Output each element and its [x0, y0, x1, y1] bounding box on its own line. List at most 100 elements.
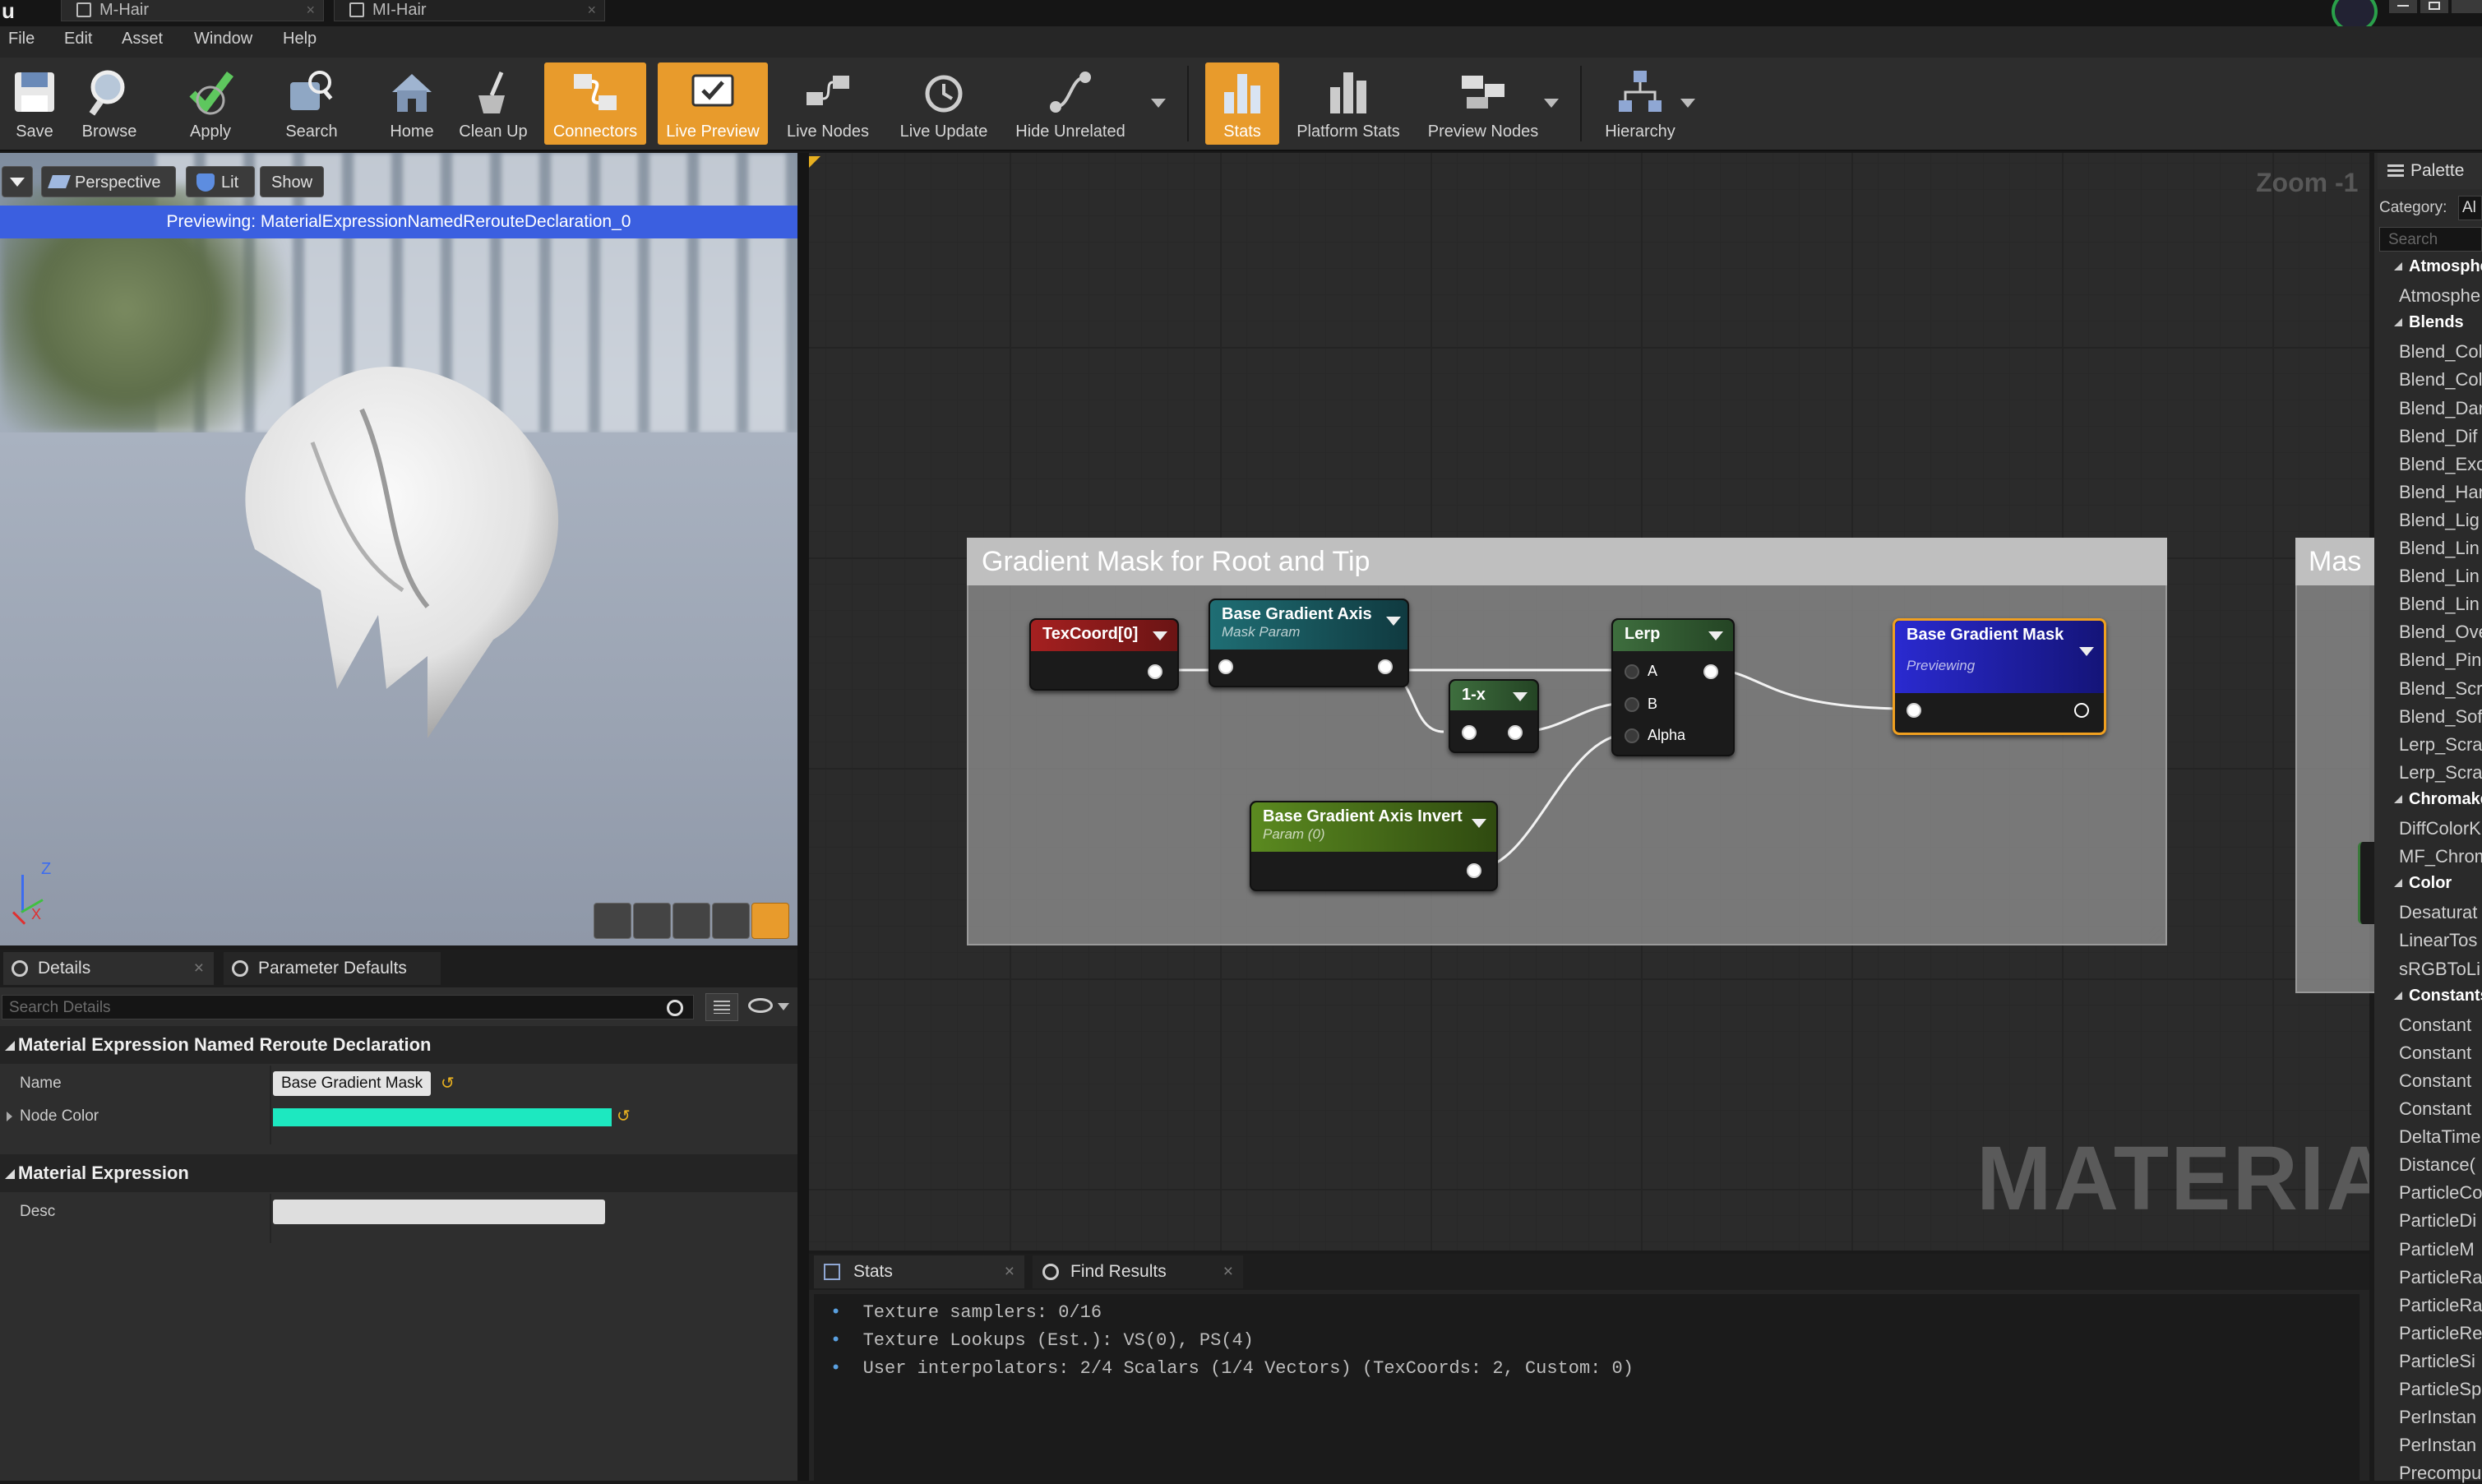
connectors-button[interactable]: Connectors: [544, 62, 646, 145]
clean-up-button[interactable]: Clean Up: [454, 62, 533, 145]
property-matrix-button[interactable]: [705, 993, 738, 1021]
cube-preview-icon[interactable]: [712, 903, 750, 939]
visibility-dropdown-icon[interactable]: [778, 1003, 789, 1010]
one-minus-output-pin[interactable]: [1508, 725, 1523, 740]
preview-nodes-dropdown-icon[interactable]: [1544, 99, 1559, 108]
node-dropdown-icon[interactable]: [1708, 631, 1723, 640]
lerp-node[interactable]: Lerp A B Alpha: [1611, 618, 1735, 756]
palette-item[interactable]: Precompu: [2399, 1463, 2481, 1484]
hierarchy-dropdown-icon[interactable]: [1680, 99, 1695, 108]
palette-item[interactable]: Constant: [2399, 1042, 2471, 1064]
apply-button[interactable]: Apply: [178, 62, 243, 145]
menu-file[interactable]: File: [8, 30, 35, 49]
palette-item[interactable]: sRGBToLi: [2399, 959, 2480, 980]
palette-search-input[interactable]: Search: [2379, 227, 2482, 252]
node-dropdown-icon[interactable]: [1472, 819, 1486, 828]
show-button[interactable]: Show: [260, 166, 324, 197]
palette-item[interactable]: Blend_Lin: [2399, 566, 2480, 587]
plane-preview-icon[interactable]: [672, 903, 710, 939]
palette-item[interactable]: Blend_Har: [2399, 482, 2482, 503]
tab-mi-hair[interactable]: MI-Hair ×: [334, 0, 605, 21]
palette-item[interactable]: Blend_Scr: [2399, 678, 2482, 700]
palette-item[interactable]: PerInstan: [2399, 1407, 2476, 1428]
one-minus-input-pin[interactable]: [1462, 725, 1477, 740]
home-button[interactable]: Home: [378, 62, 446, 145]
desc-input[interactable]: [273, 1200, 605, 1224]
visibility-eye-icon[interactable]: [748, 998, 773, 1013]
palette-item[interactable]: ParticleSp: [2399, 1379, 2481, 1400]
node-dropdown-icon[interactable]: [1386, 617, 1401, 626]
node-dropdown-icon[interactable]: [1513, 692, 1528, 701]
palette-item[interactable]: ParticleRa: [2399, 1267, 2482, 1288]
live-update-button[interactable]: Live Update: [890, 62, 998, 145]
base-gradient-axis-input-pin[interactable]: [1218, 659, 1233, 674]
lerp-a-pin[interactable]: [1625, 664, 1639, 679]
texcoord-output-pin[interactable]: [1148, 664, 1162, 679]
palette-item[interactable]: Blend_Exc: [2399, 454, 2482, 475]
palette-item[interactable]: ParticleCo: [2399, 1182, 2482, 1204]
maximize-icon[interactable]: [2420, 0, 2448, 13]
palette-item[interactable]: ParticleRe: [2399, 1323, 2482, 1344]
unreal-logo-icon[interactable]: u: [2, 0, 23, 23]
lerp-b-pin[interactable]: [1625, 697, 1639, 712]
menu-help[interactable]: Help: [283, 30, 317, 49]
palette-category[interactable]: Constants: [2394, 987, 2482, 1006]
lit-button[interactable]: Lit: [186, 166, 255, 197]
palette-item[interactable]: Blend_Lin: [2399, 594, 2480, 615]
menu-asset[interactable]: Asset: [122, 30, 163, 49]
expand-arrow-icon[interactable]: [7, 1112, 12, 1121]
browse-button[interactable]: Browse: [74, 62, 145, 145]
palette-category[interactable]: Blends: [2394, 313, 2464, 332]
close-icon[interactable]: ×: [306, 0, 315, 20]
palette-item[interactable]: Blend_Dar: [2399, 398, 2482, 419]
palette-item[interactable]: Blend_Dif: [2399, 426, 2477, 447]
lerp-output-pin[interactable]: [1703, 664, 1718, 679]
panel-splitter[interactable]: [797, 153, 809, 1481]
reset-to-default-icon[interactable]: ↺: [617, 1100, 631, 1133]
tab-parameter-defaults[interactable]: Parameter Defaults: [224, 952, 441, 985]
palette-item[interactable]: ParticleRa: [2399, 1295, 2482, 1316]
base-gradient-axis-invert-output-pin[interactable]: [1467, 863, 1481, 878]
palette-item[interactable]: Blend_Pin: [2399, 650, 2481, 671]
perspective-button[interactable]: Perspective: [41, 166, 176, 197]
custom-mesh-preview-icon[interactable]: [751, 903, 789, 939]
live-preview-button[interactable]: Live Preview: [658, 62, 768, 145]
details-search-input[interactable]: Search Details: [2, 995, 694, 1019]
palette-item[interactable]: Blend_Lin: [2399, 538, 2480, 559]
palette-tab[interactable]: Palette: [2378, 153, 2482, 189]
name-field[interactable]: Base Gradient Mask: [273, 1071, 432, 1096]
menu-edit[interactable]: Edit: [64, 30, 92, 49]
tab-stats[interactable]: Stats ×: [814, 1255, 1024, 1288]
save-button[interactable]: Save: [3, 62, 66, 145]
palette-item[interactable]: Atmosphe: [2399, 285, 2480, 307]
palette-item[interactable]: Lerp_Scra: [2399, 762, 2482, 784]
palette-item[interactable]: Lerp_Scra: [2399, 734, 2482, 756]
palette-item[interactable]: Blend_Sof: [2399, 706, 2482, 728]
reset-to-default-icon[interactable]: ↺: [441, 1067, 455, 1100]
base-gradient-axis-node[interactable]: Base Gradient Axis Mask Param: [1209, 599, 1409, 687]
base-gradient-axis-output-pin[interactable]: [1378, 659, 1393, 674]
palette-item[interactable]: Blend_Lig: [2399, 510, 2480, 531]
tab-find-results[interactable]: Find Results ×: [1033, 1255, 1243, 1288]
base-gradient-mask-output-pin[interactable]: [2074, 703, 2089, 718]
hide-unrelated-dropdown-icon[interactable]: [1151, 99, 1166, 108]
base-gradient-mask-input-pin[interactable]: [1907, 703, 1921, 718]
hierarchy-button[interactable]: Hierarchy: [1595, 62, 1685, 145]
node-color-swatch[interactable]: [273, 1108, 612, 1126]
viewport-options-dropdown[interactable]: [2, 166, 33, 197]
palette-item[interactable]: Blend_Col: [2399, 369, 2482, 391]
close-icon[interactable]: ×: [587, 0, 596, 20]
sphere-preview-icon[interactable]: [633, 903, 671, 939]
base-gradient-mask-node[interactable]: Base Gradient Mask Previewing: [1893, 618, 2106, 735]
palette-item[interactable]: LinearTos: [2399, 930, 2477, 951]
close-icon[interactable]: ×: [1005, 1255, 1015, 1288]
palette-item[interactable]: DeltaTime: [2399, 1126, 2480, 1148]
palette-item[interactable]: ParticleDi: [2399, 1210, 2476, 1232]
search-button[interactable]: Search: [275, 62, 349, 145]
material-preview-viewport[interactable]: Z X: [0, 153, 797, 945]
live-nodes-button[interactable]: Live Nodes: [778, 62, 878, 145]
palette-item[interactable]: PerInstan: [2399, 1435, 2476, 1456]
palette-item[interactable]: Constant: [2399, 1070, 2471, 1092]
palette-item[interactable]: Constant: [2399, 1015, 2471, 1036]
tab-m-hair[interactable]: M-Hair ×: [61, 0, 324, 21]
